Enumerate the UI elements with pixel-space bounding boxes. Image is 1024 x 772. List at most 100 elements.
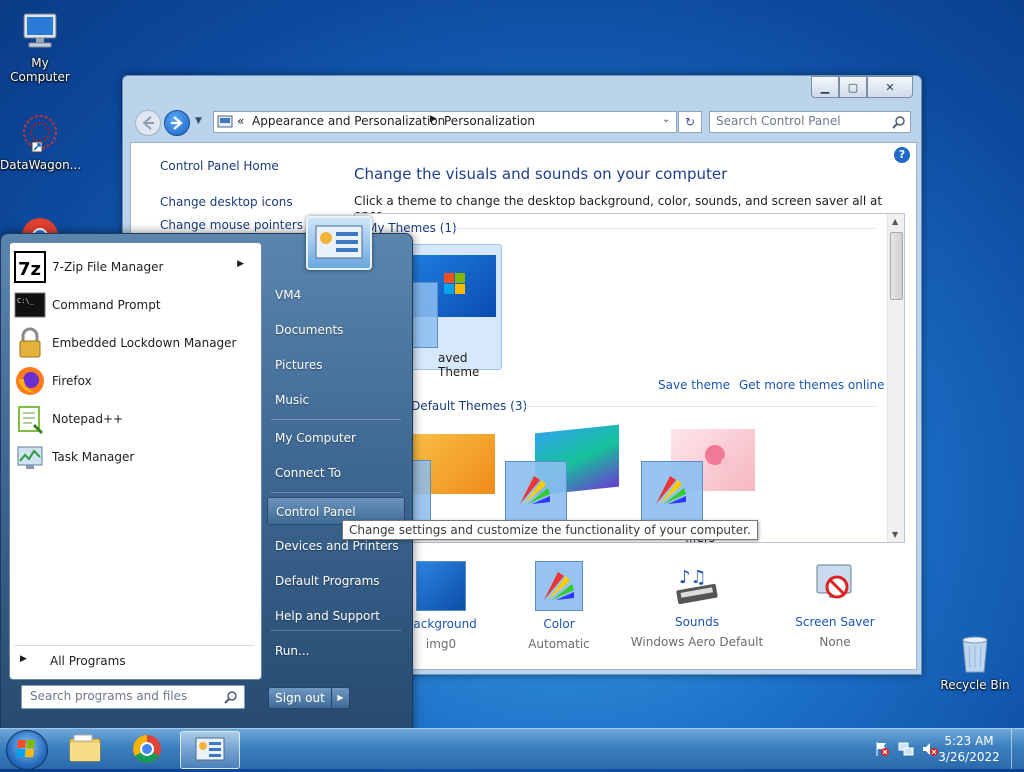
folder-icon — [69, 734, 101, 762]
sign-out-label: Sign out — [275, 691, 325, 705]
navigation-bar: ▼ « Appearance and Personalization ▶ Per… — [133, 108, 911, 136]
breadcrumb-personalization[interactable]: Personalization — [444, 114, 535, 128]
saved-theme-tile[interactable]: aved Theme — [402, 244, 502, 379]
sounds-icon: ♪♫ — [673, 561, 721, 609]
address-bar[interactable]: « Appearance and Personalization ▶ Perso… — [213, 111, 677, 133]
program-task-manager[interactable]: Task Manager — [14, 439, 256, 475]
start-item-connect-to[interactable]: Connect To — [267, 459, 405, 487]
start-item-music[interactable]: Music — [267, 386, 405, 414]
control-panel-home-link[interactable]: Control Panel Home — [160, 159, 279, 173]
desktop-icon-datawagon[interactable]: DataWagon... — [0, 112, 82, 172]
user-picture[interactable] — [306, 216, 372, 270]
sounds-title: Sounds — [674, 615, 720, 629]
desktop-icon-my-computer[interactable]: My Computer — [0, 10, 80, 84]
desktop-background-icon — [416, 561, 466, 611]
scrollbar-thumb[interactable] — [890, 232, 903, 300]
network-icon[interactable] — [898, 741, 914, 757]
theme-color-swatch — [641, 461, 703, 527]
change-desktop-icons-link[interactable]: Change desktop icons — [160, 195, 293, 209]
program-notepad-plus-plus[interactable]: Notepad++ — [14, 401, 256, 437]
breadcrumb-separator-icon[interactable]: ▶ — [430, 114, 437, 124]
breadcrumb-appearance[interactable]: Appearance and Personalization — [252, 114, 445, 128]
maximize-icon: ▢ — [847, 80, 859, 94]
search-icon — [224, 691, 237, 704]
refresh-button[interactable]: ↻ — [678, 111, 702, 133]
search-control-panel-input[interactable]: Search Control Panel — [709, 111, 911, 133]
program-command-prompt[interactable]: C:\_ Command Prompt — [14, 287, 256, 323]
all-programs-button[interactable]: ▶ All Programs — [18, 651, 254, 673]
help-button[interactable]: ? — [894, 147, 910, 163]
show-desktop-button[interactable] — [1011, 729, 1024, 769]
search-icon — [892, 116, 905, 129]
screen-saver-title: Screen Saver — [795, 615, 875, 629]
desktop-icon-label: DataWagon... — [0, 158, 82, 172]
sign-out-options-button[interactable]: ▶ — [331, 687, 350, 709]
program-label: Command Prompt — [52, 298, 161, 312]
chrome-desktop-icon-partial — [20, 216, 60, 234]
themes-list[interactable]: My Themes (1) aved Theme Save theme Get … — [354, 213, 905, 543]
color-icon — [535, 561, 583, 611]
screen-saver-icon — [811, 561, 859, 609]
taskbar: 5:23 AM 3/26/2022 — [0, 728, 1024, 770]
action-center-icon[interactable] — [874, 741, 890, 757]
start-item-my-computer[interactable]: My Computer — [267, 424, 405, 452]
screen-saver-setting[interactable]: Screen Saver None — [765, 561, 905, 649]
program-label: Task Manager — [52, 450, 135, 464]
start-button[interactable] — [6, 730, 48, 770]
back-button[interactable] — [135, 110, 161, 136]
start-item-documents[interactable]: Documents — [267, 316, 405, 344]
start-search-input[interactable]: Search programs and files — [21, 685, 245, 709]
address-dropdown-icon[interactable]: ⌄ — [662, 114, 670, 125]
program-embedded-lockdown[interactable]: Embedded Lockdown Manager — [14, 325, 256, 361]
desktop-icon-recycle-bin[interactable]: Recycle Bin — [935, 632, 1015, 692]
control-panel-icon — [195, 737, 225, 761]
address-overflow-chevron[interactable]: « — [237, 114, 244, 128]
theme-color-swatch — [505, 461, 567, 527]
start-item-help-support[interactable]: Help and Support — [267, 602, 405, 630]
color-title: Color — [543, 617, 575, 631]
color-value: Automatic — [528, 637, 590, 651]
scroll-down-icon[interactable]: ▼ — [892, 530, 898, 539]
saved-theme-label: aved Theme — [438, 351, 480, 379]
taskbar-control-panel-button[interactable] — [180, 731, 240, 769]
recent-pages-dropdown[interactable]: ▼ — [195, 116, 202, 126]
get-more-themes-link[interactable]: Get more themes online — [739, 378, 885, 392]
taskbar-chrome-button[interactable] — [118, 731, 176, 767]
system-clock[interactable]: 5:23 AM 3/26/2022 — [934, 733, 1004, 765]
start-item-default-programs[interactable]: Default Programs — [267, 567, 405, 595]
start-menu: 7z 7-Zip File Manager ▶ C:\_ Command Pro… — [0, 216, 413, 730]
close-button[interactable]: ✕ — [867, 76, 913, 98]
firefox-icon — [14, 365, 46, 397]
start-item-pictures[interactable]: Pictures — [267, 351, 405, 379]
submenu-arrow-icon: ▶ — [237, 259, 244, 269]
start-search-placeholder: Search programs and files — [30, 689, 188, 703]
sounds-setting[interactable]: ♪♫ Sounds Windows Aero Default — [627, 561, 767, 649]
minimize-icon: ▁ — [820, 80, 830, 94]
start-item-run[interactable]: Run... — [267, 637, 405, 665]
themes-scrollbar[interactable]: ▲ ▼ — [887, 214, 904, 542]
taskbar-explorer-button[interactable] — [56, 731, 114, 767]
scroll-up-icon[interactable]: ▲ — [892, 217, 898, 226]
start-menu-programs-pane: 7z 7-Zip File Manager ▶ C:\_ Command Pro… — [9, 242, 262, 680]
save-theme-link[interactable]: Save theme — [658, 378, 730, 392]
all-programs-label: All Programs — [50, 654, 126, 668]
svg-text:7z: 7z — [18, 259, 41, 280]
color-setting[interactable]: Color Automatic — [489, 561, 629, 651]
start-item-vm4[interactable]: VM4 — [267, 281, 405, 309]
change-mouse-pointers-link[interactable]: Change mouse pointers — [160, 218, 303, 232]
program-label: Notepad++ — [52, 412, 124, 426]
datawagon-icon — [18, 112, 62, 156]
clock-time: 5:23 AM — [944, 734, 994, 748]
chevron-down-icon: ▼ — [195, 116, 202, 126]
default-themes-group-title: s Default Themes (3) — [401, 399, 528, 413]
program-7zip[interactable]: 7z 7-Zip File Manager ▶ — [14, 249, 256, 285]
maximize-button[interactable]: ▢ — [839, 76, 867, 98]
program-firefox[interactable]: Firefox — [14, 363, 256, 399]
divider — [523, 406, 875, 407]
svg-text:C:\_: C:\_ — [17, 297, 35, 305]
sign-out-button[interactable]: Sign out — [268, 687, 332, 709]
windows-logo-icon — [16, 740, 35, 757]
divider — [271, 492, 401, 493]
forward-button[interactable] — [164, 110, 190, 136]
minimize-button[interactable]: ▁ — [811, 76, 839, 98]
